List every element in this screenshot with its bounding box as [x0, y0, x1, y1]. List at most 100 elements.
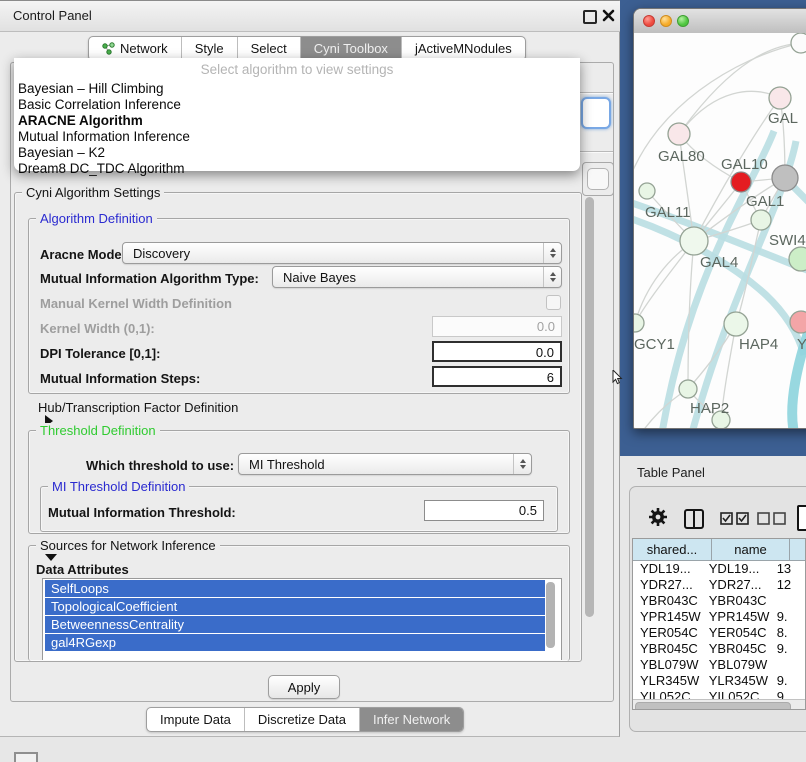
data-attributes-label: Data Attributes: [36, 562, 129, 577]
tab-label: Infer Network: [373, 712, 450, 727]
network-node-gal10[interactable]: [772, 165, 798, 191]
network-node-gcy1[interactable]: [634, 314, 644, 332]
network-window-titlebar[interactable]: [634, 9, 806, 34]
attribute-item-selfloops[interactable]: SelfLoops: [45, 580, 545, 597]
network-node-label: SWI4: [769, 232, 806, 249]
settings-scrollbar[interactable]: [585, 197, 594, 617]
table-cell: YIL052C: [702, 689, 770, 699]
sources-section-toggle[interactable]: Sources for Network Inference: [36, 538, 220, 562]
zoom-traffic-light-icon[interactable]: [677, 15, 689, 27]
algorithm-option-bayesian-k2[interactable]: Bayesian – K2: [18, 145, 576, 161]
screen: GALGAL80GAL10GAL11GAL1GAL4SWI4GCY1HAP4YH…: [0, 0, 806, 762]
tab-jactivemnodules[interactable]: jActiveMNodules: [401, 37, 525, 60]
column-header-a[interactable]: A: [790, 539, 806, 561]
network-node-swi4[interactable]: [789, 247, 806, 271]
mi-steps-field[interactable]: 6: [432, 366, 562, 387]
table-cell: YBR045C: [633, 641, 702, 657]
algorithm-option-mutual-information-inference[interactable]: Mutual Information Inference: [18, 129, 576, 145]
tab-label: Style: [195, 41, 224, 56]
table-cell: YPR145W: [702, 609, 770, 625]
spinner-icon: [543, 243, 561, 263]
mi-type-select[interactable]: Naive Bayes: [272, 266, 562, 288]
tab-style[interactable]: Style: [181, 37, 237, 60]
export-table-icon[interactable]: [797, 505, 806, 531]
algorithm-option-basic-correlation-inference[interactable]: Basic Correlation Inference: [18, 97, 576, 113]
data-attributes-list[interactable]: SelfLoopsTopologicalCoefficientBetweenne…: [42, 578, 562, 660]
attribute-item-gal4rgexp[interactable]: gal4RGexp: [45, 634, 545, 651]
table-cell: 13: [770, 561, 805, 577]
table-row[interactable]: YBR043CYBR043C: [633, 593, 805, 609]
column-header-name[interactable]: name: [712, 539, 790, 561]
tab-label: Discretize Data: [258, 712, 346, 727]
algorithm-option-bayesian-hill-climbing[interactable]: Bayesian – Hill Climbing: [18, 81, 576, 97]
network-edge: [679, 91, 780, 134]
which-threshold-select[interactable]: MI Threshold: [238, 453, 532, 475]
close-icon[interactable]: [602, 9, 615, 22]
select-all-checkboxes-icon[interactable]: [720, 512, 750, 525]
network-node-gal11[interactable]: [639, 183, 655, 199]
float-window-icon[interactable]: [583, 10, 597, 24]
gear-icon[interactable]: [648, 507, 668, 527]
network-node[interactable]: [791, 33, 806, 53]
aracne-mode-select[interactable]: Discovery: [122, 242, 562, 264]
table-cell: YDL19...: [633, 561, 702, 577]
table-cell: YLR345W: [633, 673, 702, 689]
close-traffic-light-icon[interactable]: [643, 15, 655, 27]
network-node-hap4[interactable]: [724, 312, 748, 336]
dpi-tolerance-field[interactable]: 0.0: [432, 341, 562, 362]
columns-icon[interactable]: [684, 509, 704, 529]
minimized-panel-icon[interactable]: [14, 752, 38, 762]
table-cell: YDR27...: [633, 577, 702, 593]
tab-select[interactable]: Select: [237, 37, 300, 60]
tab-discretize-data[interactable]: Discretize Data: [244, 708, 359, 731]
network-node[interactable]: [731, 172, 751, 192]
minimize-traffic-light-icon[interactable]: [660, 15, 672, 27]
network-node-hap2[interactable]: [679, 380, 697, 398]
algorithm-option-aracne-algorithm[interactable]: ARACNE Algorithm: [18, 113, 576, 129]
table-cell: 9.: [770, 641, 805, 657]
aracne-mode-value: Discovery: [133, 246, 190, 261]
table-row[interactable]: YDL19...YDL19...13: [633, 561, 805, 577]
network-node-y[interactable]: [790, 311, 806, 333]
column-header-shared[interactable]: shared...: [633, 539, 712, 561]
table-cell: [770, 657, 805, 673]
table-row[interactable]: YIL052CYIL052C9.: [633, 689, 805, 699]
table-hscrollbar[interactable]: [633, 699, 805, 710]
deselect-checkboxes-icon[interactable]: [757, 512, 787, 525]
apply-button[interactable]: Apply: [268, 675, 340, 699]
manual-kernel-label: Manual Kernel Width Definition: [40, 296, 232, 311]
table-row[interactable]: YDR27...YDR27...12: [633, 577, 805, 593]
mi-threshold-definition-title: MI Threshold Definition: [48, 479, 189, 494]
attributes-list-scrollbar[interactable]: [546, 582, 555, 648]
tab-label: Select: [251, 41, 287, 56]
attribute-item-betweennesscentrality[interactable]: BetweennessCentrality: [45, 616, 545, 633]
attribute-item-topologicalcoefficient[interactable]: TopologicalCoefficient: [45, 598, 545, 615]
network-node-label: GAL1: [746, 193, 784, 210]
mi-threshold-field[interactable]: 0.5: [424, 500, 544, 521]
table-row[interactable]: YBR045CYBR045C9.: [633, 641, 805, 657]
tab-impute-data[interactable]: Impute Data: [147, 708, 244, 731]
tab-cyni-toolbox[interactable]: Cyni Toolbox: [300, 37, 401, 60]
control-panel-titlebar: [0, 1, 620, 32]
network-edge: [792, 285, 806, 429]
network-node-gal4[interactable]: [680, 227, 708, 255]
network-node-gal1[interactable]: [751, 210, 771, 230]
table-hscrollbar-thumb[interactable]: [635, 702, 791, 711]
table-cell: 9.: [770, 689, 805, 699]
tab-infer-network[interactable]: Infer Network: [359, 708, 463, 731]
table-row[interactable]: YLR345WYLR345W9.: [633, 673, 805, 689]
algorithm-combo-end[interactable]: [581, 97, 611, 129]
network-node-gal[interactable]: [769, 87, 791, 109]
table-row[interactable]: YPR145WYPR145W9.: [633, 609, 805, 625]
network-canvas[interactable]: GALGAL80GAL10GAL11GAL1GAL4SWI4GCY1HAP4YH…: [634, 33, 806, 428]
network-node-gal80[interactable]: [668, 123, 690, 145]
table-cell: YDL19...: [702, 561, 770, 577]
table-row[interactable]: YER054CYER054C8.: [633, 625, 805, 641]
kernel-width-field[interactable]: 0.0: [432, 316, 562, 337]
manual-kernel-checkbox[interactable]: [546, 295, 561, 310]
threshold-definition-title: Threshold Definition: [36, 423, 160, 438]
algorithm-option-dream8-dc-tdc-algorithm[interactable]: Dream8 DC_TDC Algorithm: [18, 161, 576, 177]
network-window[interactable]: GALGAL80GAL10GAL11GAL1GAL4SWI4GCY1HAP4YH…: [633, 8, 806, 429]
table-row[interactable]: YBL079WYBL079W: [633, 657, 805, 673]
tab-network[interactable]: Network: [89, 37, 181, 60]
